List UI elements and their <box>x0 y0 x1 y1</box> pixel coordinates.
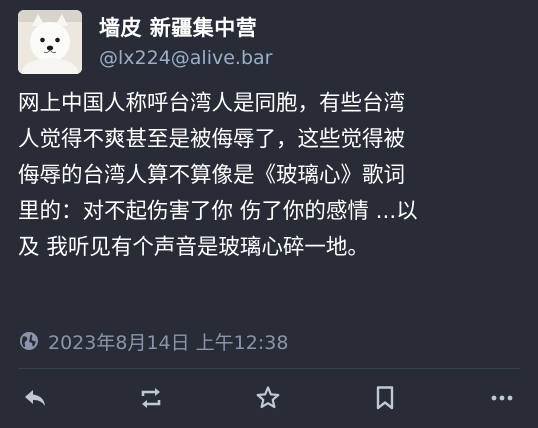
reply-button[interactable] <box>17 380 53 416</box>
bookmark-icon <box>376 386 394 410</box>
more-icon <box>491 395 513 401</box>
post-meta: 2023年8月14日 上午12:38 <box>19 328 288 354</box>
globe-icon <box>19 331 39 351</box>
dog-avatar-image <box>18 10 82 74</box>
display-name[interactable]: 墙皮 新疆集中营 <box>99 12 257 42</box>
post-content: 网上中国人称呼台湾人是同胞，有些台湾 人觉得不爽甚至是被侮辱了，这些觉得被 侮辱… <box>18 86 528 266</box>
post-text-line: 里的：对不起伤害了你 伤了你的感情 ...以 <box>18 199 418 224</box>
more-button[interactable] <box>484 380 520 416</box>
reply-icon <box>25 390 45 406</box>
boost-icon <box>141 388 161 408</box>
status-post: 墙皮 新疆集中营 @lx224@alive.bar 网上中国人称呼台湾人是同胞，… <box>0 0 538 428</box>
star-icon <box>256 386 280 409</box>
avatar[interactable] <box>18 10 82 74</box>
bookmark-button[interactable] <box>367 380 403 416</box>
post-text-line: 侮辱的台湾人算不算像是《玻璃心》歌词 <box>18 163 406 188</box>
favourite-button[interactable] <box>250 380 286 416</box>
post-timestamp[interactable]: 2023年8月14日 上午12:38 <box>48 328 288 355</box>
post-text-line: 网上中国人称呼台湾人是同胞，有些台湾 <box>18 91 406 116</box>
post-text-line: 及 我听见有个声音是玻璃心碎一地。 <box>18 235 369 260</box>
account-handle[interactable]: @lx224@alive.bar <box>99 47 272 69</box>
post-text-line: 人觉得不爽甚至是被侮辱了，这些觉得被 <box>18 127 406 152</box>
boost-button[interactable] <box>133 380 169 416</box>
divider <box>18 368 520 369</box>
